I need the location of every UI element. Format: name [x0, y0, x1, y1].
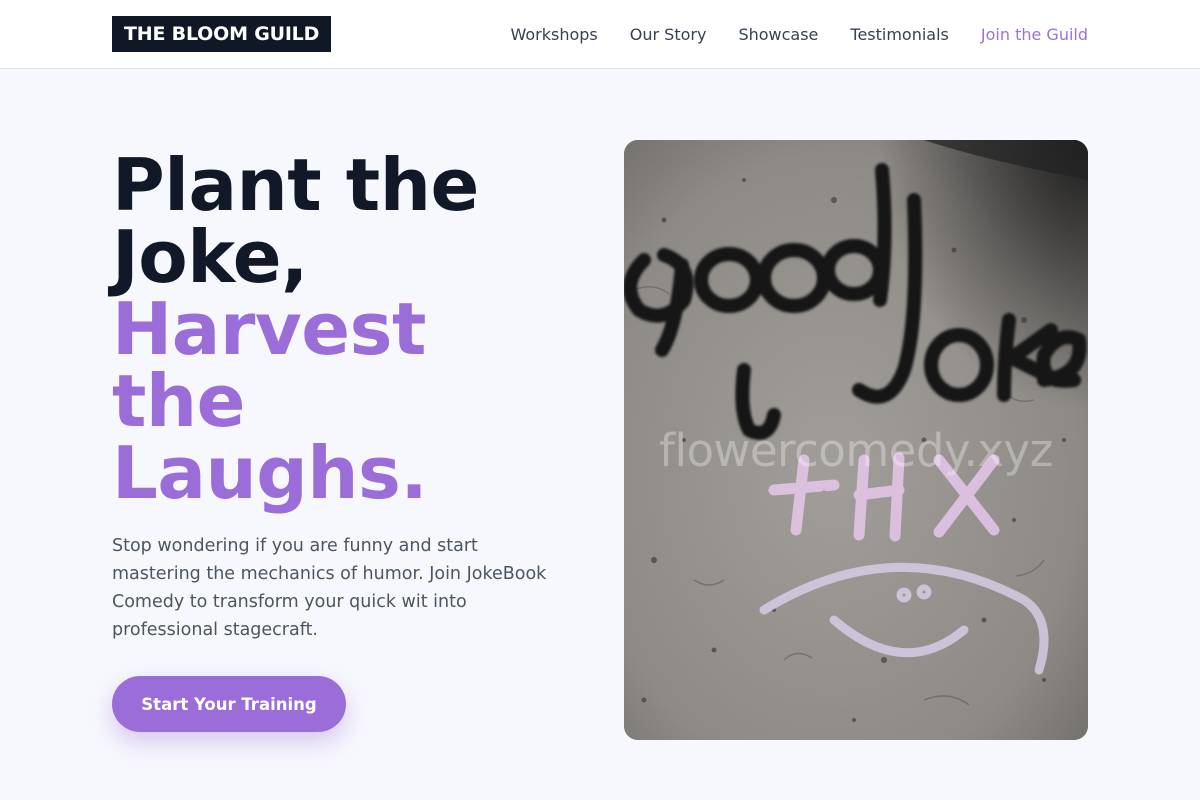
hero-title-accent-line: Laughs. [112, 431, 428, 515]
hero-title: Plant the Joke, Harvest the Laughs. [112, 149, 572, 509]
nav-link-testimonials[interactable]: Testimonials [850, 25, 949, 44]
site-logo[interactable]: THE BLOOM GUILD [112, 16, 332, 52]
hero-image: flowercomedy.xyz [624, 140, 1088, 740]
top-navigation-bar: THE BLOOM GUILD Workshops Our Story Show… [0, 0, 1200, 69]
hero-description: Stop wondering if you are funny and star… [112, 536, 547, 640]
nav-link-workshops[interactable]: Workshops [510, 25, 597, 44]
hero-title-line: Plant the [112, 143, 479, 227]
hero-title-accent-line: Harvest [112, 287, 426, 371]
nav-link-our-story[interactable]: Our Story [630, 25, 707, 44]
nav-link-join-the-guild[interactable]: Join the Guild [981, 25, 1088, 44]
image-watermark: flowercomedy.xyz [659, 424, 1053, 477]
hero-title-accent-line: the [112, 359, 246, 443]
nav-link-showcase[interactable]: Showcase [738, 25, 818, 44]
main-nav: Workshops Our Story Showcase Testimonial… [510, 0, 1088, 68]
start-training-button[interactable]: Start Your Training [112, 676, 346, 732]
hero-title-line: Joke, [112, 215, 308, 299]
